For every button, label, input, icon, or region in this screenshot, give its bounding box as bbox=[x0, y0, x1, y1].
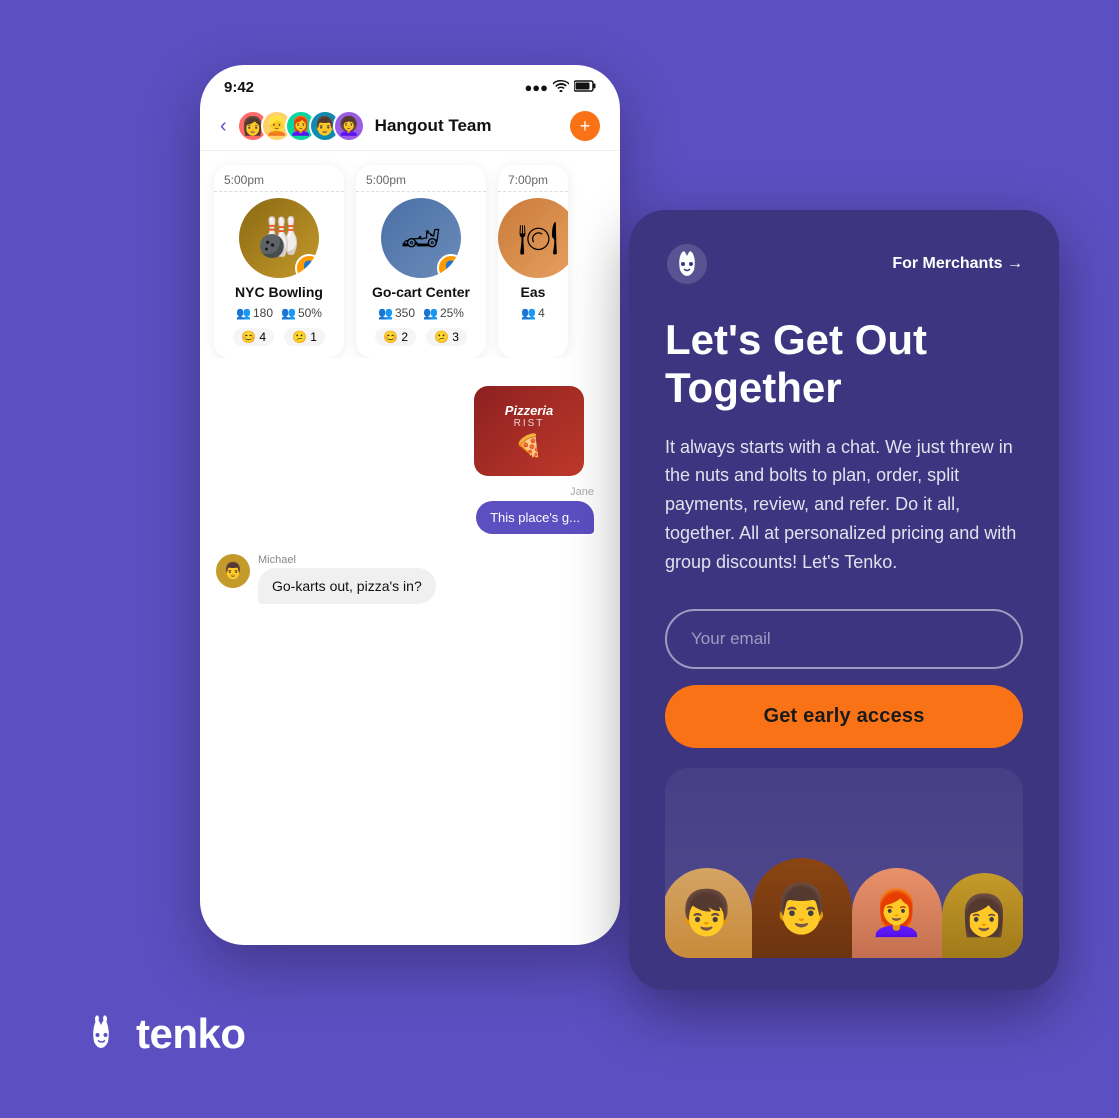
activity-name-2: Go-cart Center bbox=[356, 284, 486, 304]
bowling-image: 🎳 👤 bbox=[239, 198, 319, 278]
tenko-mascot-icon bbox=[665, 242, 709, 286]
activity-name-3: Eas bbox=[498, 284, 568, 304]
activities-row: 5:00pm 🎳 👤 NYC Bowling 👥180 👥50% 😊 4 😕 1… bbox=[200, 151, 620, 358]
activity-card-gocart[interactable]: 5:00pm 🏎 👤 Go-cart Center 👥350 👥25% 😊 2 … bbox=[356, 165, 486, 358]
for-merchants-link[interactable]: For Merchants → bbox=[892, 255, 1023, 273]
chat-header: ‹ 👩 👱 👩‍🦰 👨 👩‍🦱 Hangout Team + bbox=[200, 102, 620, 151]
person-4: 👩 bbox=[942, 873, 1024, 958]
group-name: Hangout Team bbox=[375, 116, 560, 136]
activity-reactions-2: 😊 2 😕 3 bbox=[356, 328, 486, 346]
bottom-photo-area: 👦 👨 👩‍🦰 👩 bbox=[665, 768, 1023, 958]
activity-reactions-1: 😊 4 😕 1 bbox=[214, 328, 344, 346]
person-1: 👦 bbox=[665, 868, 752, 958]
pizzeria-name: Pizzeria bbox=[505, 403, 553, 418]
right-card-title: Let's Get Out Together bbox=[665, 316, 1023, 413]
add-member-button[interactable]: + bbox=[570, 111, 600, 141]
jane-name: Jane bbox=[570, 486, 594, 498]
signal-icon: ●●● bbox=[524, 80, 548, 95]
status-icons: ●●● bbox=[524, 80, 596, 95]
tenko-logo-icon bbox=[80, 1012, 124, 1056]
michael-avatar: 👨 bbox=[216, 554, 250, 588]
person-3: 👩‍🦰 bbox=[852, 868, 942, 958]
right-card-header: For Merchants → bbox=[665, 242, 1023, 286]
battery-icon bbox=[574, 80, 596, 95]
pizzeria-card: Pizzeria RIST 🍕 bbox=[474, 386, 584, 476]
michael-name: Michael bbox=[258, 554, 436, 566]
right-card: For Merchants → Let's Get Out Together I… bbox=[629, 210, 1059, 990]
michael-bubble-content: Michael Go-karts out, pizza's in? bbox=[258, 554, 436, 604]
back-button[interactable]: ‹ bbox=[220, 115, 227, 138]
email-input-wrapper bbox=[665, 609, 1023, 669]
activity-time-2: 5:00pm bbox=[356, 165, 486, 192]
activity-card-east[interactable]: 7:00pm 🍽 Eas 👥4 bbox=[498, 165, 568, 358]
tenko-logo-text: tenko bbox=[136, 1010, 246, 1058]
michael-bubble: Go-karts out, pizza's in? bbox=[258, 568, 436, 604]
activity-time-1: 5:00pm bbox=[214, 165, 344, 192]
activity-stats-3: 👥4 bbox=[498, 304, 568, 322]
activity-stats-2: 👥350 👥25% bbox=[356, 304, 486, 322]
people-group: 👦 👨 👩‍🦰 👩 bbox=[665, 858, 1023, 958]
person-2: 👨 bbox=[752, 858, 852, 958]
chat-area: Pizzeria RIST 🍕 Jane This place's g... 👨… bbox=[200, 366, 620, 604]
wifi-icon bbox=[553, 80, 569, 95]
activity-card-bowling[interactable]: 5:00pm 🎳 👤 NYC Bowling 👥180 👥50% 😊 4 😕 1 bbox=[214, 165, 344, 358]
phone-mockup-back: 9:42 ●●● ‹ 👩 👱 👩‍🦰 👨 👩‍🦱 Hangout Team + … bbox=[200, 65, 620, 945]
michael-message-container: 👨 Michael Go-karts out, pizza's in? bbox=[216, 554, 604, 604]
jane-bubble: This place's g... bbox=[476, 501, 594, 534]
avatar-5: 👩‍🦱 bbox=[333, 110, 365, 142]
status-bar: 9:42 ●●● bbox=[200, 65, 620, 102]
right-card-description: It always starts with a chat. We just th… bbox=[665, 433, 1023, 577]
pizzeria-sub: RIST bbox=[514, 418, 545, 429]
get-early-access-button[interactable]: Get early access bbox=[665, 685, 1023, 748]
activity-stats-1: 👥180 👥50% bbox=[214, 304, 344, 322]
status-time: 9:42 bbox=[224, 79, 254, 96]
gocart-image: 🏎 👤 bbox=[381, 198, 461, 278]
jane-message-container: Jane This place's g... bbox=[216, 486, 604, 534]
avatar-group: 👩 👱 👩‍🦰 👨 👩‍🦱 bbox=[237, 110, 365, 142]
activity-name-1: NYC Bowling bbox=[214, 284, 344, 304]
tenko-logo: tenko bbox=[80, 1010, 246, 1058]
activity-time-3: 7:00pm bbox=[498, 165, 568, 192]
east-image: 🍽 bbox=[498, 198, 568, 278]
email-input[interactable] bbox=[665, 609, 1023, 669]
